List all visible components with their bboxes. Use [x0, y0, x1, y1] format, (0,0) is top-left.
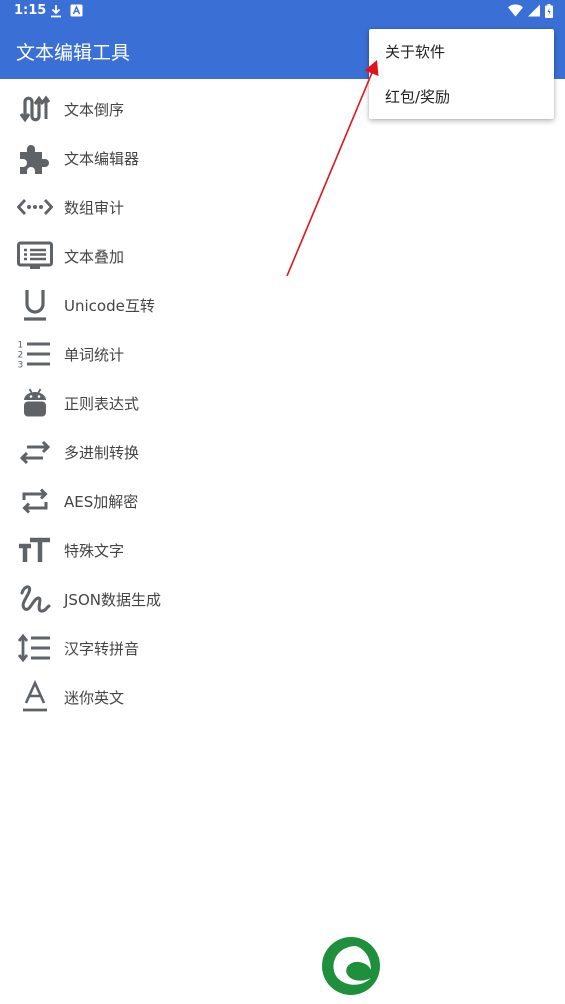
tool-label: Unicode互转	[64, 297, 155, 315]
tool-item-unicode-convert[interactable]: Unicode互转	[0, 280, 565, 329]
font-a-icon	[23, 679, 47, 712]
tool-label: 文本编辑器	[64, 150, 140, 168]
status-left-icons	[50, 4, 83, 18]
subtitles-monitor-icon	[17, 241, 53, 269]
battery-icon	[545, 4, 553, 18]
tool-item-special-text[interactable]: 特殊文字	[0, 525, 565, 574]
svg-text:1: 1	[18, 341, 24, 351]
puzzle-icon	[20, 145, 49, 174]
tool-list: 文本倒序 文本编辑器 数组审计 文本叠加 Unicode互转 1 2 3 单词统…	[0, 84, 565, 721]
status-right-icons	[508, 4, 553, 18]
code-dots-icon	[17, 199, 53, 215]
tool-label: 单词统计	[64, 346, 125, 364]
tool-label: 正则表达式	[64, 395, 140, 413]
line-spacing-icon	[17, 633, 50, 663]
menu-item-reward[interactable]: 红包/奖励	[369, 74, 554, 119]
android-icon	[24, 388, 46, 417]
tool-label: 文本倒序	[64, 101, 125, 119]
svg-text:2: 2	[18, 351, 24, 361]
tool-label: JSON数据生成	[64, 591, 161, 609]
status-time: 1:15	[14, 3, 47, 18]
svg-text:3: 3	[18, 361, 24, 371]
menu-item-about[interactable]: 关于软件	[369, 29, 554, 74]
notification-a-icon	[70, 4, 83, 17]
tool-item-json-gen[interactable]: JSON数据生成	[0, 574, 565, 623]
numbered-list-icon: 1 2 3	[18, 341, 50, 371]
tool-item-text-overlay[interactable]: 文本叠加	[0, 231, 565, 280]
menu-item-label: 红包/奖励	[385, 88, 451, 106]
tool-label: 汉字转拼音	[64, 640, 140, 658]
overflow-menu: 关于软件 红包/奖励	[369, 29, 554, 119]
text-size-icon	[19, 537, 50, 562]
status-bar: 1:15	[0, 0, 565, 24]
tool-label: 特殊文字	[64, 542, 125, 560]
tool-label: 数组审计	[64, 199, 125, 217]
tool-label: 文本叠加	[64, 248, 125, 266]
app-title: 文本编辑工具	[16, 42, 131, 64]
tool-item-regex[interactable]: 正则表达式	[0, 378, 565, 427]
repeat-icon	[22, 488, 48, 514]
tool-item-word-count[interactable]: 1 2 3 单词统计	[0, 329, 565, 378]
download-icon	[51, 5, 61, 18]
tool-label: 迷你英文	[64, 689, 125, 707]
tool-item-aes[interactable]: AES加解密	[0, 476, 565, 525]
tool-item-text-editor[interactable]: 文本编辑器	[0, 133, 565, 182]
tool-item-base-convert[interactable]: 多进制转换	[0, 427, 565, 476]
tool-label: 多进制转换	[64, 444, 140, 462]
underline-icon	[24, 290, 46, 321]
wifi-icon	[508, 4, 523, 17]
tool-item-pinyin[interactable]: 汉字转拼音	[0, 623, 565, 672]
gesture-icon	[20, 585, 51, 613]
tool-label: AES加解密	[64, 493, 139, 511]
swap-vertical-icon	[19, 95, 51, 123]
cellular-signal-icon	[528, 4, 540, 17]
menu-item-label: 关于软件	[385, 43, 446, 61]
tool-item-array-audit[interactable]: 数组审计	[0, 182, 565, 231]
app-logo	[322, 937, 380, 995]
swap-horizontal-icon	[19, 440, 51, 465]
tool-item-mini-english[interactable]: 迷你英文	[0, 672, 565, 721]
